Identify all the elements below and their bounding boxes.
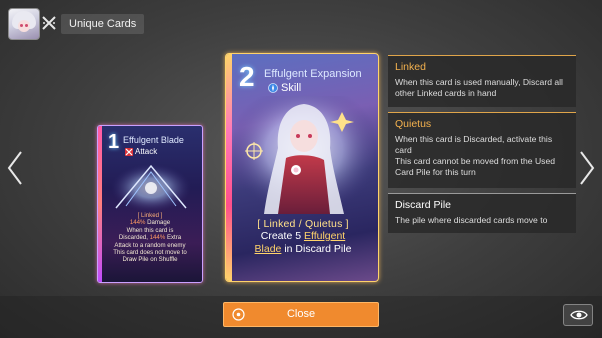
desc-create: Create 5 [260, 230, 304, 242]
desc-line: This card does not move to [113, 249, 187, 257]
keyword-panel-linked: Linked When this card is used manually, … [388, 55, 576, 107]
desc-tail: in Discard Pile [281, 243, 352, 255]
page-title: Unique Cards [61, 14, 145, 34]
damage-value: 144% [129, 219, 146, 227]
card-name: Effulgent Blade [123, 135, 184, 145]
card-description: [ Linked ] 144% Damage When this card is… [104, 212, 196, 264]
top-bar: Unique Cards [0, 0, 602, 46]
card-type: Attack [125, 147, 157, 156]
keyword-body: This card cannot be moved from the Used … [395, 156, 556, 177]
previous-arrow-icon[interactable] [6, 150, 24, 186]
card-link[interactable]: Blade [255, 243, 282, 255]
desc-line: Extra [165, 234, 182, 242]
next-arrow-icon[interactable] [578, 150, 596, 186]
close-button[interactable]: Close [223, 302, 379, 327]
skill-icon [268, 83, 278, 93]
keyword-body: When this card is used manually, Discard… [395, 77, 563, 98]
keyword-body: The pile where discarded cards move to [395, 215, 548, 225]
desc-line: Draw Pile on Shuffle [122, 256, 178, 264]
card-keywords: [ Linked / Quietus ] [257, 218, 349, 230]
card-link[interactable]: Effulgent [304, 230, 345, 242]
card-description: [ Linked / Quietus ] Create 5 Effulgent … [234, 218, 372, 256]
desc-line: When this card is [126, 226, 174, 234]
card-type-label: Attack [135, 147, 158, 156]
damage-label: Damage [145, 219, 171, 227]
card-rarity-stripe [98, 126, 102, 282]
desc-line: Discarded, [118, 234, 150, 242]
card-name: Effulgent Expansion [264, 68, 362, 80]
view-toggle-button[interactable] [563, 304, 593, 326]
card-type-label: Skill [281, 82, 302, 94]
card-type: Skill [268, 82, 301, 94]
card-art [234, 96, 374, 216]
keyword-title: Discard Pile [395, 199, 452, 211]
attack-icon [125, 147, 133, 156]
card-rarity-stripe [226, 54, 232, 281]
card-keyword: [ Linked ] [137, 212, 163, 219]
keyword-panel-quietus: Quietus When this card is Discarded, act… [388, 112, 576, 188]
extra-damage-value: 144% [149, 234, 166, 242]
card-cost: 1 [108, 131, 120, 153]
card-art [111, 164, 191, 212]
desc-line: Attack to a random enemy [114, 241, 186, 249]
keyword-title: Quietus [395, 118, 432, 130]
character-avatar[interactable] [8, 8, 40, 40]
keyword-panel-discard-pile: Discard Pile The pile where discarded ca… [388, 193, 576, 233]
card-cost: 2 [239, 61, 255, 92]
keyword-body: When this card is Discarded, activate th… [395, 134, 553, 155]
card-effulgent-blade[interactable]: 1 Effulgent Blade Attack [ Linked ] 144%… [97, 125, 203, 283]
keyword-title: Linked [395, 61, 426, 73]
card-effulgent-expansion[interactable]: 2 Effulgent Expansion Skill [ Linked / Q… [225, 53, 379, 282]
close-button-label: Close [286, 308, 316, 320]
eye-icon [570, 310, 588, 320]
crossed-swords-icon [40, 14, 58, 32]
